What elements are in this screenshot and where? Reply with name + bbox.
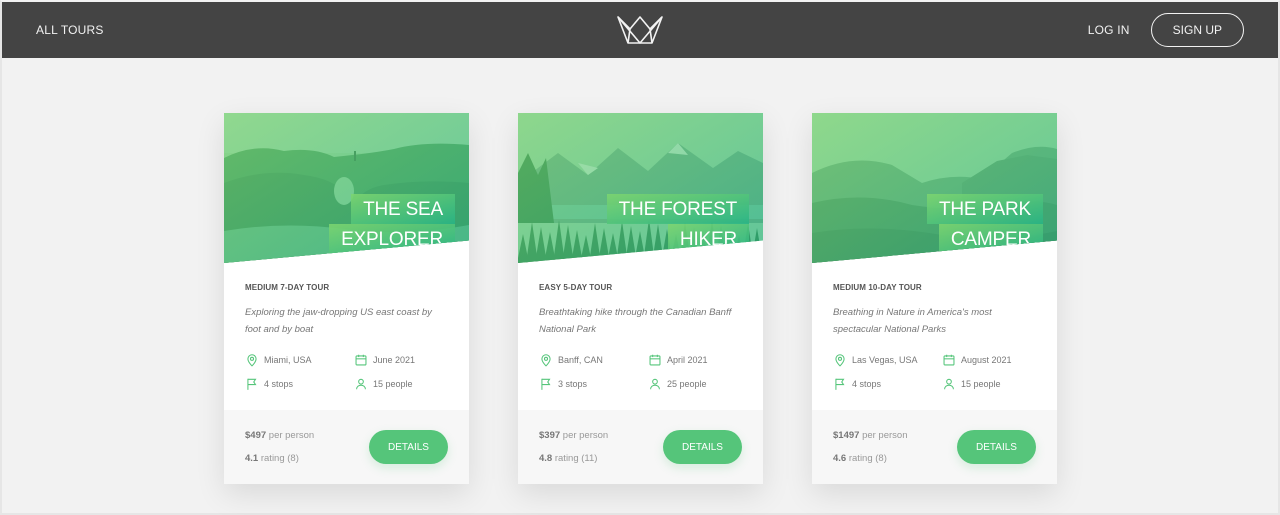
card-people-text: 25 people (667, 379, 707, 389)
card-title-line1: The Forest (606, 194, 749, 224)
map-pin-icon (835, 354, 845, 367)
card-stops-text: 4 stops (852, 379, 882, 389)
card-stops: 3 stops (539, 377, 648, 391)
card-price-value: $497 (245, 430, 267, 441)
card-price-label: per person (268, 430, 315, 441)
site-header: All tours Log in Sign up (2, 2, 1278, 58)
card-location-text: Banff, CAN (558, 355, 603, 365)
card-people: 15 people (354, 377, 454, 391)
card-title: The Sea Explorer (329, 194, 455, 254)
calendar-icon (943, 354, 955, 366)
card-title: The Park Camper (926, 194, 1043, 254)
card-footer: $497 per person 4.1 rating (8) Details (224, 410, 469, 484)
card-location: Las Vegas, USA (833, 353, 942, 367)
card-rating: 4.8 rating (11) (539, 453, 608, 464)
card-title-line1: The Park (926, 194, 1043, 224)
card-rating-label: rating (11) (554, 453, 598, 464)
card-data-grid: Las Vegas, USA August 2021 4 stops 15 pe… (833, 353, 1036, 391)
user-nav: Log in Sign up (1088, 13, 1244, 47)
card-price-label: per person (862, 430, 908, 441)
flag-icon (835, 378, 845, 390)
card-details: Medium 7-day tour Exploring the jaw-drop… (224, 263, 469, 391)
card-rating: 4.6 rating (8) (833, 453, 907, 464)
card-title-line1: The Sea (351, 194, 455, 224)
card-date-text: April 2021 (667, 355, 708, 365)
details-button[interactable]: Details (663, 430, 742, 464)
card-price-value: $397 (539, 430, 561, 441)
user-icon (650, 378, 660, 390)
card-subheading: Easy 5-day tour (539, 283, 613, 292)
card-subheading: Medium 10-day tour (833, 283, 922, 292)
tour-cards: The Sea Explorer Medium 7-day tour Explo… (224, 113, 1057, 484)
card-date: April 2021 (648, 353, 748, 367)
card-summary: Breathtaking hike through the Canadian B… (539, 307, 732, 335)
card-title-line2: Camper (938, 224, 1043, 254)
flag-icon (247, 378, 257, 390)
details-button[interactable]: Details (957, 430, 1036, 464)
details-button[interactable]: Details (369, 430, 448, 464)
card-rating-label: rating (8) (260, 453, 299, 464)
card-subheading: Medium 7-day tour (245, 283, 330, 292)
card-title-line2: Hiker (667, 224, 749, 254)
card-people: 25 people (648, 377, 748, 391)
tour-card: The Park Camper Medium 10-day tour Breat… (812, 113, 1057, 484)
card-date-text: June 2021 (373, 355, 416, 365)
card-stops-text: 3 stops (558, 379, 588, 389)
card-price: $1497 per person (833, 430, 907, 441)
login-link[interactable]: Log in (1088, 23, 1130, 37)
flag-icon (541, 378, 551, 390)
card-price: $497 per person (245, 430, 314, 441)
all-tours-link[interactable]: All tours (36, 23, 104, 37)
calendar-icon (355, 354, 367, 366)
card-summary: Exploring the jaw-dropping US east coast… (245, 307, 432, 335)
card-date: June 2021 (354, 353, 454, 367)
card-stops-text: 4 stops (264, 379, 294, 389)
logo-icon[interactable] (616, 14, 664, 46)
card-people-text: 15 people (961, 379, 1001, 389)
card-location: Banff, CAN (539, 353, 648, 367)
map-pin-icon (541, 354, 551, 367)
card-stops: 4 stops (245, 377, 354, 391)
card-details: Easy 5-day tour Breathtaking hike throug… (518, 263, 763, 391)
card-rating-value: 4.8 (539, 453, 553, 464)
user-icon (944, 378, 954, 390)
card-data-grid: Miami, USA June 2021 4 stops 15 people (245, 353, 448, 391)
card-data-grid: Banff, CAN April 2021 3 stops 25 people (539, 353, 742, 391)
card-header: The Forest Hiker (518, 113, 763, 263)
card-people-text: 15 people (373, 379, 413, 389)
card-footer-values: $1497 per person 4.6 rating (8) (833, 430, 907, 464)
calendar-icon (649, 354, 661, 366)
card-title: The Forest Hiker (606, 194, 749, 254)
card-details: Medium 10-day tour Breathing in Nature i… (812, 263, 1057, 391)
card-date-text: August 2021 (961, 355, 1012, 365)
tour-card: The Sea Explorer Medium 7-day tour Explo… (224, 113, 469, 484)
card-footer: $397 per person 4.8 rating (11) Details (518, 410, 763, 484)
card-footer-values: $497 per person 4.1 rating (8) (245, 430, 314, 464)
card-people: 15 people (942, 377, 1042, 391)
card-date: August 2021 (942, 353, 1042, 367)
card-footer: $1497 per person 4.6 rating (8) Details (812, 410, 1057, 484)
card-title-line2: Explorer (329, 224, 455, 254)
card-header: The Park Camper (812, 113, 1057, 263)
card-location-text: Las Vegas, USA (852, 355, 918, 365)
user-icon (356, 378, 366, 390)
card-location-text: Miami, USA (264, 355, 312, 365)
card-location: Miami, USA (245, 353, 354, 367)
map-pin-icon (247, 354, 257, 367)
card-price: $397 per person (539, 430, 608, 441)
signup-button[interactable]: Sign up (1150, 13, 1244, 47)
card-price-label: per person (562, 430, 609, 441)
tour-card: The Forest Hiker Easy 5-day tour Breatht… (518, 113, 763, 484)
card-summary: Breathing in Nature in America's most sp… (833, 307, 992, 335)
card-stops: 4 stops (833, 377, 942, 391)
card-rating-value: 4.6 (833, 453, 847, 464)
card-rating-label: rating (8) (848, 453, 887, 464)
card-header: The Sea Explorer (224, 113, 469, 263)
card-footer-values: $397 per person 4.8 rating (11) (539, 430, 608, 464)
card-rating: 4.1 rating (8) (245, 453, 314, 464)
card-rating-value: 4.1 (245, 453, 259, 464)
card-price-value: $1497 (833, 430, 860, 441)
